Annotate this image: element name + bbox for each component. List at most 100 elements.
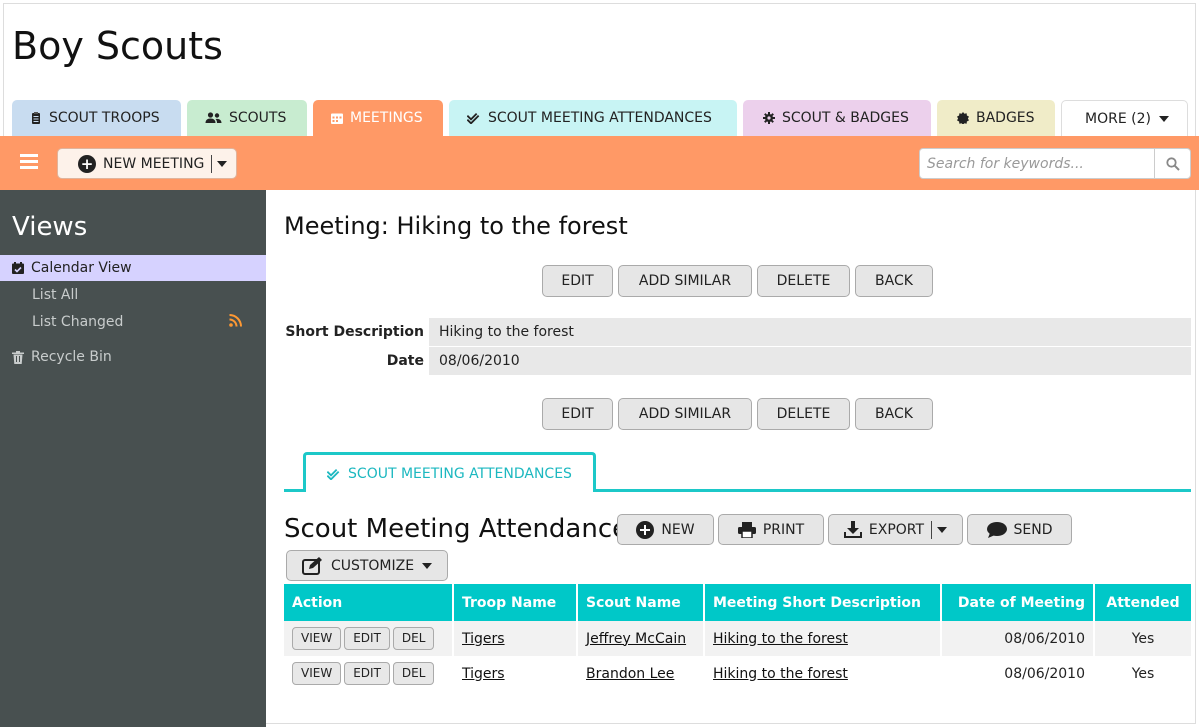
send-button[interactable]: SEND (967, 514, 1072, 545)
new-meeting-label: NEW MEETING (103, 155, 205, 172)
download-icon (843, 521, 862, 538)
column-header[interactable]: Meeting Short Description (704, 584, 942, 621)
sidebar-item-list-changed[interactable]: List Changed (0, 309, 266, 335)
section-title: Scout Meeting Attendances (284, 514, 642, 544)
tab-scout-meeting-attendances[interactable]: SCOUT MEETING ATTENDANCES (449, 100, 737, 136)
table-row: VIEW EDIT DEL Tigers Brandon Lee Hiking to… (284, 656, 1191, 691)
toolbar: + NEW MEETING (0, 136, 1199, 190)
edit-row-button[interactable]: EDIT (344, 662, 390, 685)
field-value: Hiking to the forest (429, 318, 1191, 346)
plus-circle-icon (636, 520, 655, 539)
tab-scout-meeting-attendances-related[interactable]: SCOUT MEETING ATTENDANCES (303, 452, 596, 492)
back-button[interactable]: BACK (855, 398, 933, 430)
troop-link[interactable]: Tigers (462, 631, 505, 647)
column-header[interactable]: Troop Name (453, 584, 578, 621)
app-title: Boy Scouts (12, 24, 223, 68)
page-title: Meeting: Hiking to the forest (284, 212, 628, 240)
tab-more[interactable]: MORE (2) (1061, 100, 1188, 136)
comment-icon (986, 521, 1007, 538)
caret-down-icon (1158, 115, 1169, 122)
field-value: 08/06/2010 (429, 347, 1191, 375)
tab-meetings[interactable]: MEETINGS (313, 100, 443, 136)
attended-value: Yes (1094, 621, 1191, 656)
record-actions-bottom: EDIT ADD SIMILAR DELETE BACK (542, 398, 938, 430)
tab-label: BADGES (976, 110, 1035, 126)
column-header[interactable]: Attended (1094, 584, 1191, 621)
meeting-date: 08/06/2010 (941, 656, 1095, 691)
meeting-link[interactable]: Hiking to the forest (713, 666, 848, 682)
new-meeting-button[interactable]: + NEW MEETING (57, 148, 237, 179)
chevron-down-icon[interactable] (937, 526, 948, 533)
meeting-date: 08/06/2010 (941, 621, 1095, 656)
menu-icon[interactable] (20, 154, 38, 169)
field-label: Date (284, 347, 429, 375)
field-row: Short Description Hiking to the forest (284, 318, 1191, 346)
attended-value: Yes (1131, 665, 1155, 682)
chevron-down-icon (422, 562, 433, 569)
customize-label: CUSTOMIZE (330, 557, 415, 574)
view-button[interactable]: VIEW (292, 627, 342, 650)
customize-button[interactable]: CUSTOMIZE (286, 550, 448, 581)
sidebar-item-label: List All (32, 287, 79, 303)
delete-row-button[interactable]: DEL (392, 662, 435, 685)
subtab-label: SCOUT MEETING ATTENDANCES (348, 465, 572, 482)
plus-circle-icon: + (78, 154, 96, 173)
add-similar-button[interactable]: ADD SIMILAR (618, 265, 752, 297)
tab-label: MORE (2) (1085, 110, 1151, 127)
add-similar-button[interactable]: ADD SIMILAR (618, 398, 752, 430)
column-header[interactable]: Action (284, 584, 454, 621)
certificate-icon (957, 112, 969, 124)
sidebar-item-calendar-view[interactable]: Calendar View (0, 255, 266, 281)
delete-row-button[interactable]: DEL (392, 627, 435, 650)
new-attendance-button[interactable]: NEW (617, 514, 714, 545)
tab-scout-badges[interactable]: SCOUT & BADGES (743, 100, 931, 136)
print-button[interactable]: PRINT (718, 514, 824, 545)
trash-icon (12, 350, 24, 364)
tab-label: SCOUT MEETING ATTENDANCES (488, 110, 712, 126)
sidebar-item-label: List Changed (32, 314, 124, 330)
edit-row-button[interactable]: EDIT (344, 627, 390, 650)
column-header[interactable]: Scout Name (577, 584, 705, 621)
tab-label: MEETINGS (350, 110, 423, 126)
edit-button[interactable]: EDIT (542, 265, 613, 297)
record-actions-top: EDIT ADD SIMILAR DELETE BACK (542, 265, 938, 297)
tab-badges[interactable]: BADGES (937, 100, 1055, 136)
tab-scouts[interactable]: SCOUTS (187, 100, 307, 136)
row-actions: VIEW EDIT DEL (284, 656, 454, 691)
search-icon[interactable] (1154, 149, 1190, 178)
record-details: Short Description Hiking to the forest D… (284, 318, 1191, 376)
field-label: Short Description (284, 318, 429, 346)
sidebar-item-list-all[interactable]: List All (0, 282, 266, 308)
table-header-row: Action Troop Name Scout Name Meeting Sho… (284, 584, 1191, 621)
delete-button[interactable]: DELETE (757, 398, 850, 430)
sidebar-item-recycle-bin[interactable]: Recycle Bin (0, 344, 266, 370)
row-actions: VIEW EDIT DEL (284, 621, 454, 656)
column-header[interactable]: Date of Meeting (941, 584, 1095, 621)
troop-link[interactable]: Tigers (462, 666, 505, 682)
field-row: Date 08/06/2010 (284, 347, 1191, 375)
edit-icon (301, 556, 324, 575)
export-label: EXPORT (868, 521, 925, 538)
clipboard-icon (30, 112, 42, 124)
meeting-link[interactable]: Hiking to the forest (713, 631, 848, 647)
sidebar: Views Calendar View List All List Change… (0, 190, 266, 727)
gear-badge-icon (763, 112, 775, 124)
edit-button[interactable]: EDIT (542, 398, 613, 430)
view-button[interactable]: VIEW (292, 662, 342, 685)
scout-link[interactable]: Jeffrey McCain (586, 631, 686, 647)
sidebar-heading: Views (12, 212, 88, 242)
table-row: VIEW EDIT DEL Tigers Jeffrey McCain Hiking… (284, 621, 1191, 656)
back-button[interactable]: BACK (855, 265, 933, 297)
rss-icon[interactable] (229, 313, 242, 331)
search-box (919, 148, 1191, 179)
scout-link[interactable]: Brandon Lee (586, 666, 674, 682)
export-button[interactable]: EXPORT (828, 514, 963, 545)
tab-label: SCOUTS (229, 110, 287, 126)
chevron-down-icon[interactable] (217, 160, 228, 167)
tab-scout-troops[interactable]: SCOUT TROOPS (12, 100, 181, 136)
check-double-icon (327, 468, 341, 480)
sidebar-item-label: Recycle Bin (31, 349, 112, 365)
search-input[interactable] (920, 149, 1154, 178)
delete-button[interactable]: DELETE (757, 265, 850, 297)
print-icon (737, 521, 756, 538)
